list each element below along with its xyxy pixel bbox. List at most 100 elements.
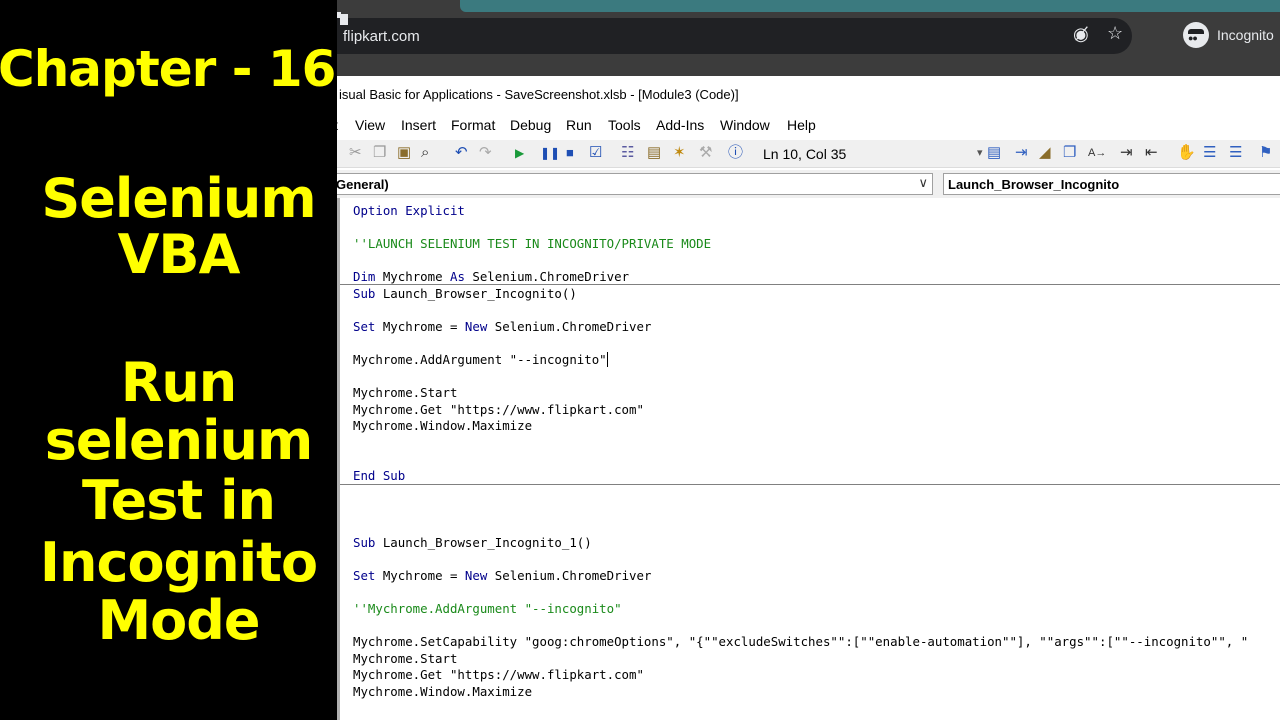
paste-icon[interactable]: ▣ — [397, 145, 411, 160]
object-combo-value: General) — [337, 177, 389, 192]
code-line: ''LAUNCH SELENIUM TEST IN INCOGNITO/PRIV… — [353, 236, 712, 251]
screen-area: flipkart.com ◉̸ ☆ Incognito isual Basic … — [337, 0, 1280, 720]
cut-icon[interactable]: ✂ — [349, 145, 362, 160]
standard-toolbar: ✂ ❐ ▣ ⌕ ↶ ↷ ▶ ❚❚ ■ ☑ ☷ ▤ ✶ ⚒ ⓘ Ln 10, Co… — [337, 140, 1280, 168]
code-line: Mychrome.Window.Maximize — [353, 684, 533, 699]
list-properties-icon[interactable]: ▤ — [987, 145, 1001, 160]
menu-edit-fragment[interactable]: t — [337, 117, 338, 133]
address-bar[interactable]: flipkart.com — [337, 18, 1132, 54]
code-line: Mychrome.Get "https://www.flipkart.com" — [353, 402, 644, 417]
code-line: Mychrome.AddArgument "--incognito" — [353, 352, 608, 368]
code-text: Launch_Browser_Incognito() — [375, 286, 577, 301]
browser-tab[interactable] — [460, 0, 1280, 12]
copy-icon[interactable]: ❐ — [373, 145, 386, 160]
design-mode-icon[interactable]: ☑ — [589, 145, 602, 160]
find-icon[interactable]: ⌕ — [421, 145, 429, 160]
code-line: Set Mychrome = New Selenium.ChromeDriver — [353, 319, 651, 335]
menu-window[interactable]: Window — [720, 117, 770, 133]
subtitle-line: Test in — [82, 469, 276, 532]
code-text: Selenium.ChromeDriver — [487, 568, 652, 583]
object-browser-icon[interactable]: ✶ — [673, 145, 686, 160]
window-title: isual Basic for Applications - SaveScree… — [339, 87, 739, 102]
project-explorer-icon[interactable]: ☷ — [621, 145, 634, 160]
properties-icon[interactable]: ▤ — [647, 145, 661, 160]
toolbar-options-icon[interactable]: ▾ — [977, 148, 983, 159]
undo-icon[interactable]: ↶ — [455, 145, 468, 160]
list-constants-icon[interactable]: ⇥ — [1015, 145, 1028, 160]
keyword: As — [450, 269, 465, 284]
toggle-breakpoint-icon[interactable]: ✋ — [1177, 145, 1196, 160]
incognito-icon[interactable] — [1183, 22, 1209, 48]
keyword: Sub — [353, 286, 376, 301]
subtitle-line: Incognito — [39, 531, 318, 594]
subtitle-line: VBA — [117, 223, 241, 286]
keyword: New — [464, 568, 488, 583]
break-icon[interactable]: ❚❚ — [540, 147, 560, 159]
vba-title-bar: isual Basic for Applications - SaveScree… — [337, 80, 1280, 109]
menu-tools[interactable]: Tools — [608, 117, 641, 133]
subtitle-line: selenium — [44, 409, 314, 472]
code-combo-bar: General) ∨ Launch_Browser_Incognito — [337, 170, 1280, 198]
star-icon[interactable]: ☆ — [1107, 24, 1123, 42]
code-text: Mychrome.AddArgument "--incognito" — [353, 352, 607, 367]
menu-run[interactable]: Run — [566, 117, 592, 133]
procedure-combo[interactable]: Launch_Browser_Incognito — [943, 173, 1280, 195]
subtitle-line: Selenium — [41, 167, 316, 230]
menu-view[interactable]: View — [355, 117, 385, 133]
keyword: Dim — [353, 269, 376, 284]
menu-format[interactable]: Format — [451, 117, 495, 133]
complete-word-icon[interactable]: A→ — [1088, 148, 1106, 159]
eye-slash-icon[interactable]: ◉̸ — [1073, 25, 1089, 43]
text-cursor — [606, 352, 608, 367]
chapter-title: Chapter - 169 — [0, 40, 370, 98]
procedure-divider — [340, 284, 1280, 285]
toolbox-icon[interactable]: ⚒ — [699, 145, 712, 160]
code-line: Sub Launch_Browser_Incognito_1() — [353, 535, 592, 551]
code-text: Mychrome — [375, 269, 450, 284]
bookmark-icon[interactable]: ⚑ — [1259, 145, 1272, 160]
code-text: Selenium.ChromeDriver — [487, 319, 652, 334]
uncomment-block-icon[interactable]: ☰ — [1229, 145, 1242, 160]
code-line: Option Explicit — [353, 203, 465, 218]
code-text: Mychrome = — [375, 568, 465, 583]
code-line: Mychrome.Start — [353, 651, 458, 666]
indent-icon[interactable]: ⇥ — [1120, 145, 1133, 160]
incognito-label[interactable]: Incognito — [1217, 27, 1274, 43]
cursor-position-box: Ln 10, Col 35 — [755, 142, 973, 165]
menu-debug[interactable]: Debug — [510, 117, 551, 133]
subtitle-line: Run — [120, 351, 237, 414]
code-line: ''Mychrome.AddArgument "--incognito" — [353, 601, 622, 616]
menu-help[interactable]: Help — [787, 117, 816, 133]
procedure-combo-value: Launch_Browser_Incognito — [948, 177, 1120, 192]
redo-icon[interactable]: ↷ — [479, 145, 492, 160]
title-overlay-panel: Chapter - 169 Selenium VBA Run selenium … — [0, 0, 370, 720]
browser-tab-strip — [337, 0, 1280, 14]
code-line: Sub Launch_Browser_Incognito() — [353, 286, 577, 302]
reset-icon[interactable]: ■ — [566, 146, 574, 159]
code-text: Mychrome = — [375, 319, 465, 334]
object-combo[interactable]: General) ∨ — [337, 173, 933, 195]
run-icon[interactable]: ▶ — [515, 147, 524, 159]
code-line: Set Mychrome = New Selenium.ChromeDriver — [353, 568, 651, 584]
cursor-position: Ln 10, Col 35 — [763, 146, 847, 162]
procedure-divider — [340, 484, 1280, 485]
code-text: Launch_Browser_Incognito_1() — [375, 535, 592, 550]
chevron-down-icon[interactable]: ∨ — [918, 175, 928, 191]
code-line: Mychrome.SetCapability "goog:chromeOptio… — [353, 634, 1249, 649]
subtitle-line: Mode — [97, 589, 260, 652]
browser-toolbar: flipkart.com ◉̸ ☆ Incognito — [337, 12, 1280, 76]
help-icon[interactable]: ⓘ — [728, 145, 743, 160]
parameter-info-icon[interactable]: ❐ — [1063, 145, 1076, 160]
menu-addins[interactable]: Add-Ins — [656, 117, 704, 133]
keyword: Set — [353, 568, 376, 583]
outdent-icon[interactable]: ⇤ — [1145, 145, 1158, 160]
keyword: New — [464, 319, 488, 334]
keyword: Set — [353, 319, 376, 334]
code-line: Mychrome.Start — [353, 385, 458, 400]
comment-block-icon[interactable]: ☰ — [1203, 145, 1216, 160]
code-line: Mychrome.Window.Maximize — [353, 418, 533, 433]
quick-info-icon[interactable]: ◢ — [1039, 145, 1051, 160]
code-line: Dim Mychrome As Selenium.ChromeDriver — [353, 269, 629, 285]
code-editor[interactable]: Option Explicit ''LAUNCH SELENIUM TEST I… — [337, 198, 1280, 720]
menu-insert[interactable]: Insert — [401, 117, 436, 133]
